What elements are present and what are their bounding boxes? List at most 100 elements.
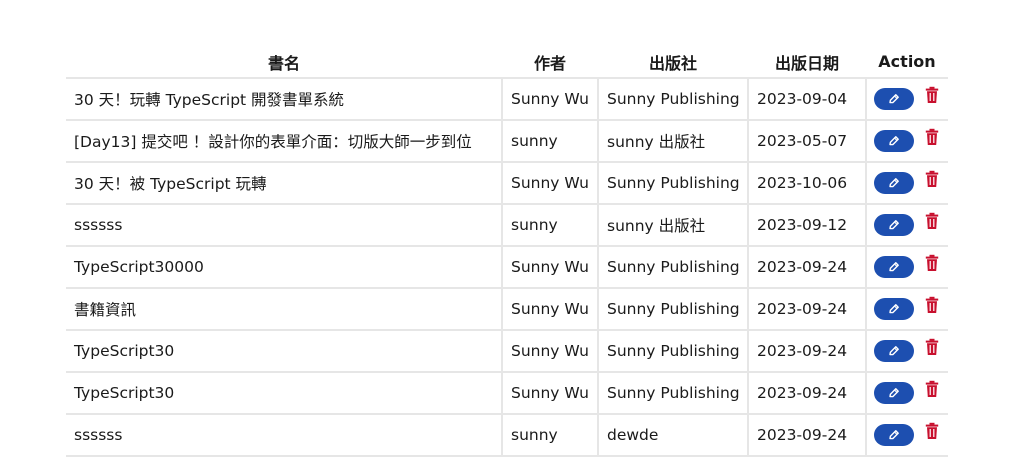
delete-button[interactable] xyxy=(925,212,939,230)
edit-button[interactable] xyxy=(874,340,914,362)
cell-author: Sunny Wu xyxy=(501,246,598,289)
cell-book-name: ssssss xyxy=(66,414,502,457)
cell-author: Sunny Wu xyxy=(501,78,598,121)
cell-publisher: Sunny Publishing xyxy=(597,246,748,289)
cell-author: sunny xyxy=(501,414,598,457)
cell-publish-date: 2023-09-12 xyxy=(747,204,866,247)
table-row: TypeScript30000 Sunny Wu Sunny Publishin… xyxy=(66,246,948,289)
cell-book-name: TypeScript30 xyxy=(66,372,502,415)
cell-actions xyxy=(865,246,948,289)
edit-button[interactable] xyxy=(874,214,914,236)
cell-publish-date: 2023-09-24 xyxy=(747,288,866,331)
table-row: TypeScript30 Sunny Wu Sunny Publishing 2… xyxy=(66,330,948,373)
header-row: 書名 作者 出版社 出版日期 Action xyxy=(66,46,948,79)
cell-publish-date: 2023-09-24 xyxy=(747,330,866,373)
trash-icon xyxy=(925,380,939,397)
trash-icon xyxy=(925,296,939,313)
cell-publisher: sunny 出版社 xyxy=(597,120,748,163)
table-row: TypeScript30 Sunny Wu Sunny Publishing 2… xyxy=(66,372,948,415)
pencil-icon xyxy=(889,388,899,398)
trash-icon xyxy=(925,212,939,229)
trash-icon xyxy=(925,128,939,145)
edit-button[interactable] xyxy=(874,298,914,320)
cell-actions xyxy=(865,372,948,415)
edit-button[interactable] xyxy=(874,382,914,404)
cell-publisher: Sunny Publishing xyxy=(597,162,748,205)
delete-button[interactable] xyxy=(925,128,939,146)
delete-button[interactable] xyxy=(925,296,939,314)
cell-publish-date: 2023-09-24 xyxy=(747,414,866,457)
header-book-name: 書名 xyxy=(66,46,502,79)
cell-publisher: Sunny Publishing xyxy=(597,288,748,331)
pencil-icon xyxy=(889,220,899,230)
table-row: 30 天！玩轉 TypeScript 開發書單系統 Sunny Wu Sunny… xyxy=(66,78,948,121)
cell-actions xyxy=(865,204,948,247)
table-row: 書籍資訊 Sunny Wu Sunny Publishing 2023-09-2… xyxy=(66,288,948,331)
cell-author: Sunny Wu xyxy=(501,372,598,415)
cell-author: sunny xyxy=(501,204,598,247)
delete-button[interactable] xyxy=(925,86,939,104)
cell-publisher: Sunny Publishing xyxy=(597,78,748,121)
trash-icon xyxy=(925,422,939,439)
table-row: [Day13] 提交吧 ！設計你的表單介面：切版大師一步到位 sunny sun… xyxy=(66,120,948,163)
edit-button[interactable] xyxy=(874,172,914,194)
cell-actions xyxy=(865,162,948,205)
edit-button[interactable] xyxy=(874,130,914,152)
cell-author: Sunny Wu xyxy=(501,330,598,373)
pencil-icon xyxy=(889,178,899,188)
delete-button[interactable] xyxy=(925,338,939,356)
trash-icon xyxy=(925,254,939,271)
table-row: ssssss sunny dewde 2023-09-24 xyxy=(66,414,948,457)
cell-publish-date: 2023-10-06 xyxy=(747,162,866,205)
header-author: 作者 xyxy=(502,46,598,79)
cell-actions xyxy=(865,78,948,121)
cell-book-name: TypeScript30 xyxy=(66,330,502,373)
cell-book-name: 30 天！玩轉 TypeScript 開發書單系統 xyxy=(66,78,502,121)
pencil-icon xyxy=(889,136,899,146)
delete-button[interactable] xyxy=(925,170,939,188)
delete-button[interactable] xyxy=(925,254,939,272)
cell-publish-date: 2023-09-24 xyxy=(747,246,866,289)
cell-actions xyxy=(865,288,948,331)
pencil-icon xyxy=(889,304,899,314)
cell-author: Sunny Wu xyxy=(501,288,598,331)
cell-publisher: sunny 出版社 xyxy=(597,204,748,247)
pencil-icon xyxy=(889,346,899,356)
header-action: Action xyxy=(866,46,948,79)
cell-actions xyxy=(865,414,948,457)
edit-button[interactable] xyxy=(874,88,914,110)
table-row: ssssss sunny sunny 出版社 2023-09-12 xyxy=(66,204,948,247)
trash-icon xyxy=(925,170,939,187)
book-table: 書名 作者 出版社 出版日期 Action 30 天！玩轉 TypeScript… xyxy=(66,46,948,457)
pencil-icon xyxy=(889,430,899,440)
pencil-icon xyxy=(889,262,899,272)
pencil-icon xyxy=(889,94,899,104)
delete-button[interactable] xyxy=(925,422,939,440)
cell-book-name: 30 天！被 TypeScript 玩轉 xyxy=(66,162,502,205)
cell-book-name: TypeScript30000 xyxy=(66,246,502,289)
table-row: 30 天！被 TypeScript 玩轉 Sunny Wu Sunny Publ… xyxy=(66,162,948,205)
edit-button[interactable] xyxy=(874,424,914,446)
table-header: 書名 作者 出版社 出版日期 Action xyxy=(66,46,948,79)
cell-publisher: Sunny Publishing xyxy=(597,330,748,373)
cell-author: Sunny Wu xyxy=(501,162,598,205)
cell-actions xyxy=(865,120,948,163)
delete-button[interactable] xyxy=(925,380,939,398)
trash-icon xyxy=(925,86,939,103)
cell-publisher: Sunny Publishing xyxy=(597,372,748,415)
cell-publish-date: 2023-09-24 xyxy=(747,372,866,415)
trash-icon xyxy=(925,338,939,355)
cell-publish-date: 2023-05-07 xyxy=(747,120,866,163)
cell-author: sunny xyxy=(501,120,598,163)
cell-book-name: [Day13] 提交吧 ！設計你的表單介面：切版大師一步到位 xyxy=(66,120,502,163)
cell-publisher: dewde xyxy=(597,414,748,457)
table-body: 30 天！玩轉 TypeScript 開發書單系統 Sunny Wu Sunny… xyxy=(66,78,948,457)
cell-publish-date: 2023-09-04 xyxy=(747,78,866,121)
header-publisher: 出版社 xyxy=(598,46,748,79)
book-list: 書名 作者 出版社 出版日期 Action 30 天！玩轉 TypeScript… xyxy=(66,46,948,457)
header-publish-date: 出版日期 xyxy=(748,46,866,79)
cell-book-name: ssssss xyxy=(66,204,502,247)
edit-button[interactable] xyxy=(874,256,914,278)
cell-book-name: 書籍資訊 xyxy=(66,288,502,331)
cell-actions xyxy=(865,330,948,373)
